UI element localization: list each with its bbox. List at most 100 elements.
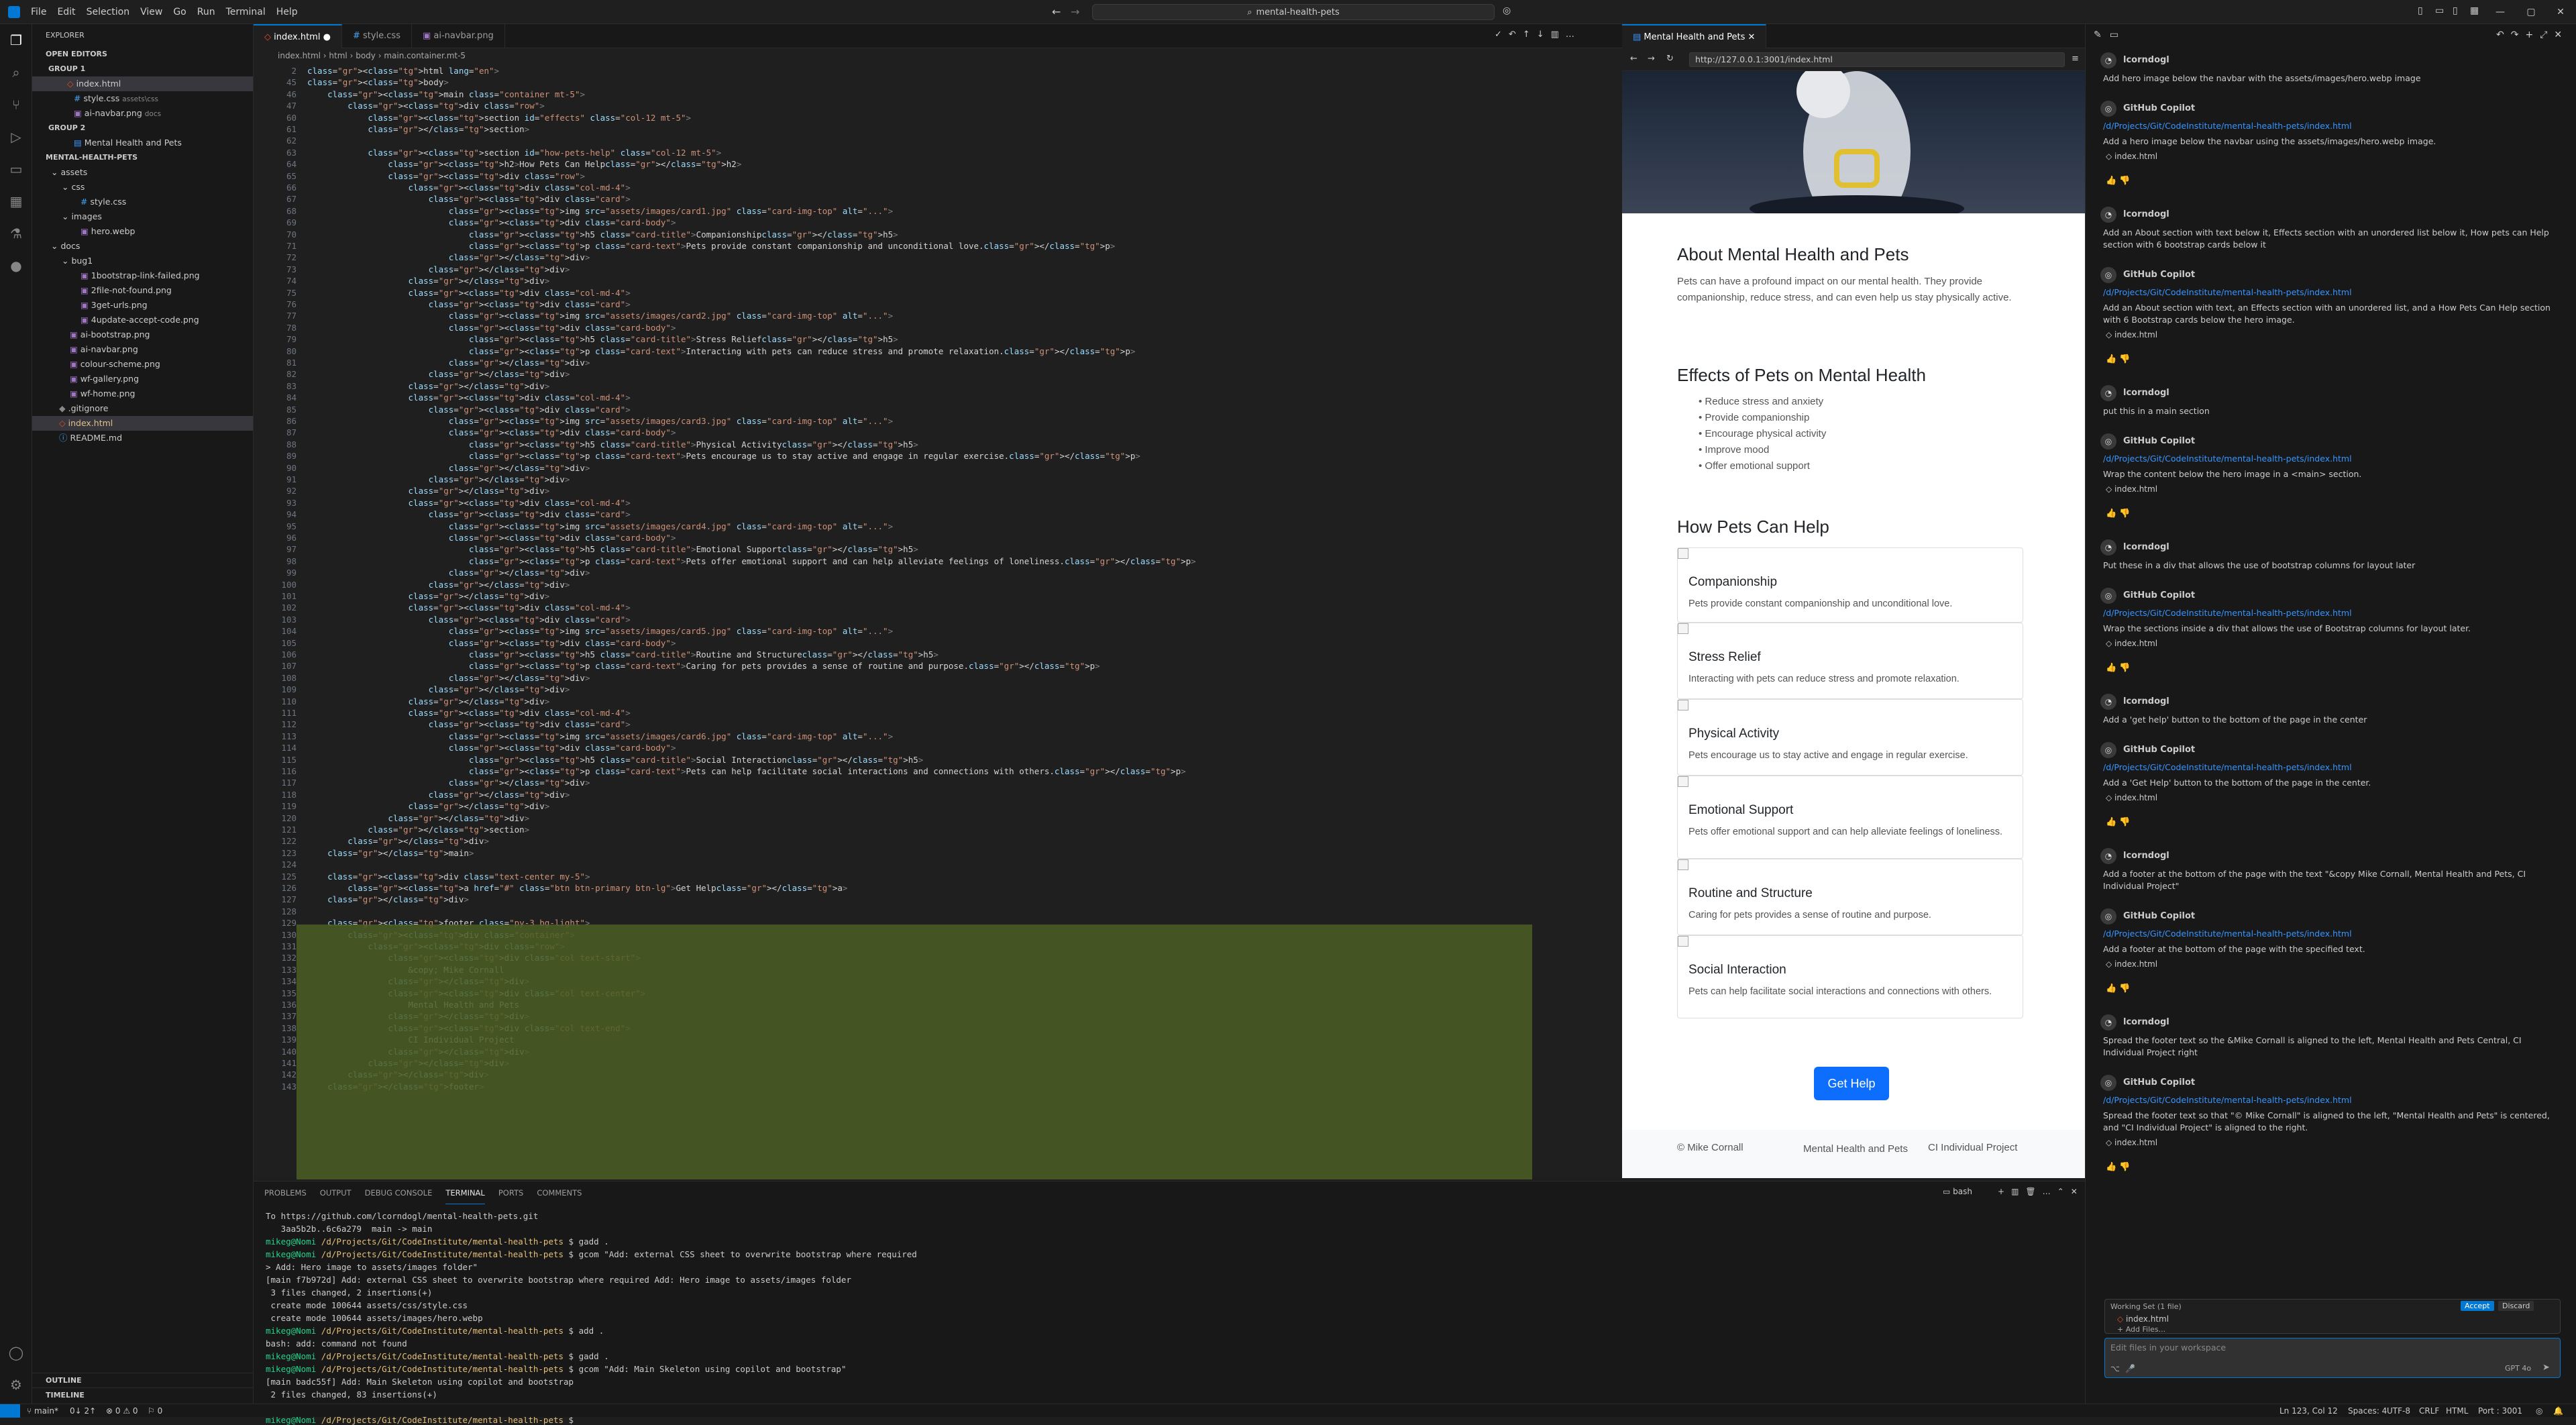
search-icon[interactable]: ⌕ (8, 64, 24, 81)
folder-item[interactable]: ⌄ bug1 (32, 254, 253, 268)
file-item[interactable]: ▣ wf-home.png (32, 386, 253, 401)
encoding[interactable]: UTF-8 (2387, 1404, 2410, 1418)
chat-file-link[interactable]: /d/Projects/Git/CodeInstitute/mental-hea… (2103, 287, 2352, 297)
split-editor-icon[interactable]: ▥ (1551, 30, 1566, 40)
feedback-icons[interactable]: 👍 👎 (2106, 663, 2131, 673)
mic-icon[interactable]: 🎤 (2125, 1364, 2135, 1373)
attach-icon[interactable]: ⌥ (2110, 1364, 2120, 1373)
new-terminal-icon[interactable]: + (1998, 1187, 2011, 1196)
menu-selection[interactable]: Selection (81, 7, 136, 17)
file-item[interactable]: ▣ ai-navbar.png (32, 342, 253, 357)
chat-maximize-icon[interactable]: ⤢ (2540, 30, 2554, 40)
tab-problems[interactable]: PROBLEMS (264, 1181, 307, 1204)
chat-file-reference[interactable]: ◇ index.html (2106, 639, 2157, 648)
feedback-icons[interactable]: 👍 👎 (2106, 354, 2131, 364)
cursor-position[interactable]: Ln 123, Col 12 (2279, 1404, 2338, 1418)
chat-file-link[interactable]: /d/Projects/Git/CodeInstitute/mental-hea… (2103, 454, 2352, 464)
chat-input[interactable]: Edit files in your workspace ⌥ 🎤 GPT 4o … (2104, 1338, 2561, 1378)
edit-icon[interactable]: ✎ (2094, 30, 2110, 40)
discard-button[interactable]: Discard (2498, 1301, 2534, 1311)
more-icon[interactable]: … (2043, 1187, 2057, 1196)
tab-ports[interactable]: PORTS (498, 1181, 523, 1204)
split-terminal-icon[interactable]: ▥ (2011, 1187, 2025, 1196)
tab-ai-navbar[interactable]: ▣ ai-navbar.png (412, 24, 505, 48)
project-header[interactable]: MENTAL-HEALTH-PETS (32, 150, 253, 165)
source-control-icon[interactable]: ⑂ (8, 97, 24, 113)
chat-redo-icon[interactable]: ↷ (2511, 30, 2526, 40)
ports-indicator[interactable]: ⚐ 0 (148, 1404, 162, 1418)
branch-indicator[interactable]: ⑂ main* (27, 1404, 58, 1418)
file-item[interactable]: ▣ wf-gallery.png (32, 372, 253, 386)
group1-header[interactable]: GROUP 1 (32, 62, 253, 76)
preview-forward-icon[interactable]: → (1648, 54, 1655, 64)
chat-file-reference[interactable]: ◇ index.html (2106, 330, 2157, 339)
file-item[interactable]: ▣ 2file-not-found.png (32, 283, 253, 298)
panel-maximize-icon[interactable]: ⌃ (2057, 1187, 2071, 1196)
remote-explorer-icon[interactable]: ▭ (8, 161, 24, 177)
file-item[interactable]: ▣ hero.webp (32, 224, 253, 239)
menu-run[interactable]: Run (192, 7, 221, 17)
open-editor-item[interactable]: ▣ ai-navbar.png docs (32, 106, 253, 121)
folder-item[interactable]: ⌄ images (32, 209, 253, 224)
tab-style-css[interactable]: # style.css (342, 24, 412, 48)
open-editor-item[interactable]: ▤ Mental Health and Pets (32, 136, 253, 150)
tab-terminal[interactable]: TERMINAL (445, 1181, 485, 1204)
file-item[interactable]: ▣ 4update-accept-code.png (32, 313, 253, 327)
chat-close-icon[interactable]: ✕ (2554, 30, 2569, 40)
folder-item[interactable]: ⌄ css (32, 180, 253, 195)
send-icon[interactable]: ➤ (2542, 1363, 2550, 1373)
chat-file-link[interactable]: /d/Projects/Git/CodeInstitute/mental-hea… (2103, 1095, 2352, 1105)
chat-file-reference[interactable]: ◇ index.html (2106, 1138, 2157, 1147)
menu-go[interactable]: Go (168, 7, 191, 17)
folder-item[interactable]: ⌄ docs (32, 239, 253, 254)
file-item[interactable]: # style.css (32, 195, 253, 209)
chat-bubble-icon[interactable]: ▭ (2110, 30, 2127, 40)
get-help-button[interactable]: Get Help (1814, 1067, 1889, 1100)
account-icon[interactable]: ◯ (8, 1344, 24, 1361)
toggle-panel-icon[interactable]: ▭ (2435, 5, 2444, 16)
outline-header[interactable]: OUTLINE (32, 1373, 254, 1387)
preview-reload-icon[interactable]: ↻ (1666, 54, 1674, 64)
explorer-icon[interactable]: ❐ (8, 32, 24, 48)
terminal-shell-select[interactable]: ▭ bash (1943, 1187, 1972, 1196)
file-item[interactable]: ▣ 3get-urls.png (32, 298, 253, 313)
tab-index-html[interactable]: ◇ index.html ● (254, 24, 342, 48)
chat-file-link[interactable]: /d/Projects/Git/CodeInstitute/mental-hea… (2103, 608, 2352, 618)
panel-close-icon[interactable]: ✕ (2071, 1187, 2084, 1196)
menu-terminal[interactable]: Terminal (221, 7, 271, 17)
menu-view[interactable]: View (135, 7, 168, 17)
chat-file-reference[interactable]: ◇ index.html (2106, 959, 2157, 969)
file-item-active[interactable]: ◇ index.html (32, 416, 253, 431)
file-item[interactable]: ▣ colour-scheme.png (32, 357, 253, 372)
copilot-icon[interactable]: ◎ (1503, 5, 1511, 16)
menu-file[interactable]: File (25, 7, 52, 17)
indentation[interactable]: Spaces: 4 (2348, 1404, 2387, 1418)
file-item[interactable]: ⓘ README.md (32, 431, 253, 445)
previous-change-icon[interactable]: ↑ (1523, 30, 1537, 40)
customize-layout-icon[interactable]: ▦ (2470, 5, 2479, 16)
language-mode[interactable]: HTML (2446, 1404, 2468, 1418)
file-item[interactable]: ◆ .gitignore (32, 401, 253, 416)
problems-indicator[interactable]: ⊗ 0 ⚠ 0 (106, 1404, 138, 1418)
manage-gear-icon[interactable]: ⚙ (8, 1377, 24, 1393)
remote-indicator-icon[interactable] (0, 1404, 20, 1418)
minimize-icon[interactable]: — (2485, 0, 2516, 24)
line-endings[interactable]: CRLF (2419, 1404, 2439, 1418)
kill-terminal-icon[interactable]: 🗑 (2025, 1187, 2042, 1196)
feedback-icons[interactable]: 👍 👎 (2106, 509, 2131, 519)
tab-debug-console[interactable]: DEBUG CONSOLE (365, 1181, 433, 1204)
toggle-sidebar-icon[interactable]: ▯ (2418, 5, 2423, 16)
undo-icon[interactable]: ↶ (1509, 30, 1523, 40)
nav-forward-icon[interactable]: → (1071, 5, 1079, 18)
group2-header[interactable]: GROUP 2 (32, 121, 253, 136)
folder-item[interactable]: ⌄ assets (32, 165, 253, 180)
preview-menu-icon[interactable]: ≡ (2072, 54, 2079, 64)
more-actions-icon[interactable]: … (1566, 30, 1581, 40)
notifications-icon[interactable]: 🔔 (2553, 1404, 2563, 1418)
copilot-status-icon[interactable]: ◎ (2536, 1404, 2542, 1418)
file-item[interactable]: ▣ 1bootstrap-link-failed.png (32, 268, 253, 283)
feedback-icons[interactable]: 👍 👎 (2106, 984, 2131, 994)
chat-file-reference[interactable]: ◇ index.html (2106, 484, 2157, 494)
accept-icon[interactable]: ✓ (1495, 30, 1509, 40)
timeline-header[interactable]: TIMELINE (32, 1387, 254, 1402)
